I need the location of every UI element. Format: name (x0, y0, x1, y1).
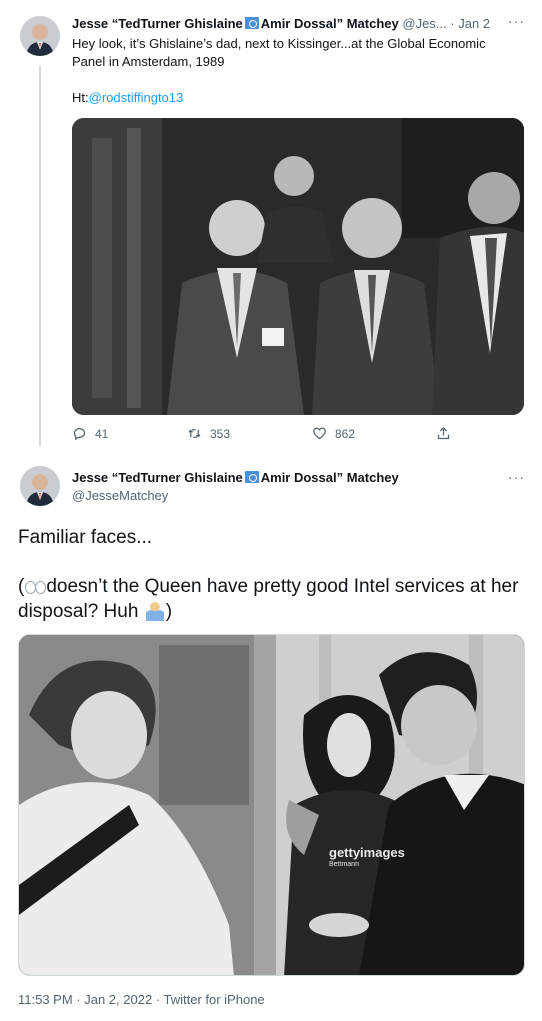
reply-icon (73, 428, 86, 441)
retweet-icon (188, 429, 201, 438)
tweet2-text-body: (doesn’t the Queen have pretty good Inte… (18, 575, 523, 624)
more-icon[interactable]: ··· (508, 13, 525, 29)
retweet-count: 353 (210, 426, 231, 441)
handle[interactable]: @Jes... (402, 16, 446, 31)
retweet-button[interactable]: 353 (187, 426, 230, 441)
tweet-timestamp[interactable]: 11:53 PM · Jan 2, 2022 · Twitter for iPh… (18, 991, 265, 1008)
ht-prefix: Ht: (72, 90, 89, 105)
separator: · (450, 16, 455, 31)
watermark-text: gettyimages (329, 845, 405, 860)
tweet2-header: Jesse “TedTurner Ghislaine Amir Dossal” M… (72, 469, 399, 486)
reply-count: 41 (95, 426, 109, 441)
like-button[interactable]: 862 (312, 426, 355, 441)
tweet1-ht: Ht:@rodstiffingto13 (72, 89, 183, 107)
tweet1-actions: 41 353 862 (72, 426, 452, 446)
tweet2-text-line1: Familiar faces... (18, 527, 153, 548)
display-name[interactable]: Jesse “TedTurner Ghislaine (72, 470, 243, 485)
close-paren: ) (165, 601, 173, 622)
getty-watermark: gettyimages Bettmann (329, 845, 405, 868)
tweet1-header: Jesse “TedTurner Ghislaine Amir Dossal” M… (72, 15, 532, 32)
share-icon (437, 426, 450, 440)
tweet1-text: Hey look, it’s Ghislaine’s dad, next to … (72, 36, 486, 69)
thread-line (39, 66, 41, 446)
avatar[interactable] (20, 16, 60, 56)
body-text: doesn’t the Queen have pretty good Intel… (18, 576, 519, 622)
eyes-emoji (24, 579, 47, 594)
display-name[interactable]: Jesse “TedTurner Ghislaine (72, 16, 243, 31)
handle[interactable]: @JesseMatchey (72, 487, 168, 504)
tweet2-photo[interactable]: gettyimages Bettmann (18, 634, 525, 976)
ht-mention-link[interactable]: @rodstiffingto13 (89, 90, 184, 105)
display-name-suffix[interactable]: Amir Dossal” Matchey (261, 16, 399, 31)
watermark-sub: Bettmann (329, 861, 359, 868)
tweet-date[interactable]: Jan 2 (458, 16, 490, 31)
tweet1-photo[interactable] (72, 118, 524, 415)
flag-icon (244, 471, 259, 483)
more-icon[interactable]: ··· (508, 469, 525, 485)
avatar[interactable] (20, 466, 60, 506)
like-count: 862 (335, 426, 356, 441)
flag-icon (244, 17, 259, 29)
share-button[interactable] (436, 426, 451, 441)
like-icon (313, 427, 326, 440)
display-name-suffix[interactable]: Amir Dossal” Matchey (261, 470, 399, 485)
shrug-emoji (145, 602, 164, 621)
reply-button[interactable]: 41 (72, 426, 108, 441)
